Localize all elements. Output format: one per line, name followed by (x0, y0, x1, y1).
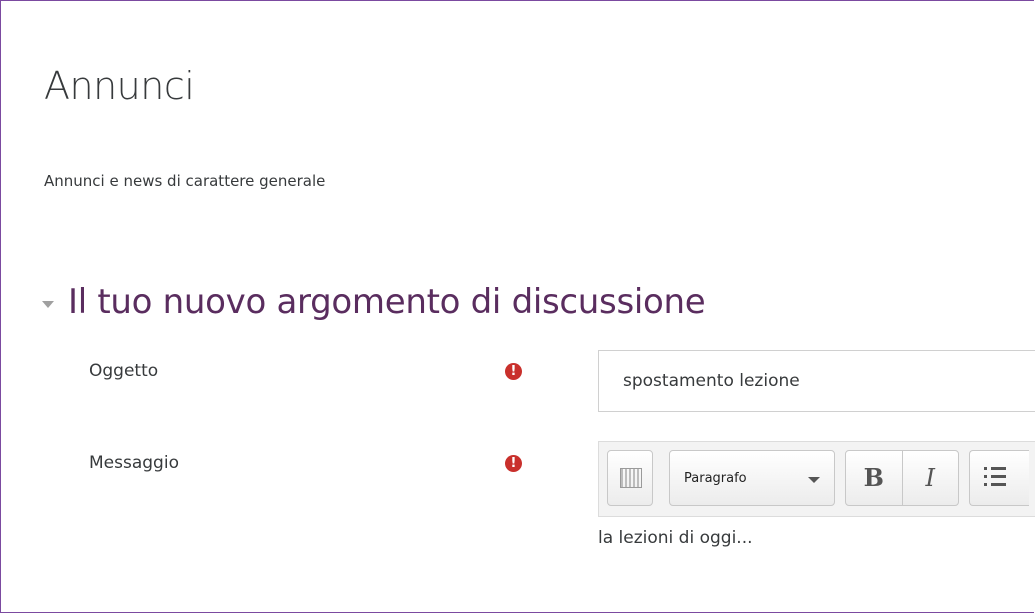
required-icon: ! (505, 363, 522, 380)
required-icon: ! (505, 455, 522, 472)
message-editor-content[interactable]: la lezioni di oggi... (598, 528, 753, 548)
page-title: Annunci (44, 64, 195, 108)
paragraph-style-dropdown[interactable]: Paragrafo (669, 450, 835, 506)
chevron-down-icon (808, 477, 820, 483)
section-header-toggle[interactable]: Il tuo nuovo argomento di discussione (42, 282, 706, 322)
subject-input[interactable] (598, 350, 1035, 412)
keyboard-icon (620, 468, 642, 488)
bold-button[interactable]: B (846, 451, 903, 505)
italic-button[interactable]: I (903, 451, 959, 505)
paragraph-style-label: Paragrafo (684, 470, 747, 486)
show-more-buttons-button[interactable] (607, 450, 653, 506)
message-label: Messaggio (89, 453, 179, 473)
bullet-list-button[interactable] (969, 450, 1029, 506)
subject-label: Oggetto (89, 361, 159, 381)
forum-description: Annunci e news di carattere generale (44, 172, 326, 190)
format-button-group: B I (845, 450, 959, 506)
editor-toolbar: Paragrafo B I (598, 441, 1035, 517)
section-title: Il tuo nuovo argomento di discussione (68, 282, 706, 322)
collapse-caret-icon[interactable] (42, 300, 54, 308)
bullet-list-icon (984, 467, 1006, 489)
